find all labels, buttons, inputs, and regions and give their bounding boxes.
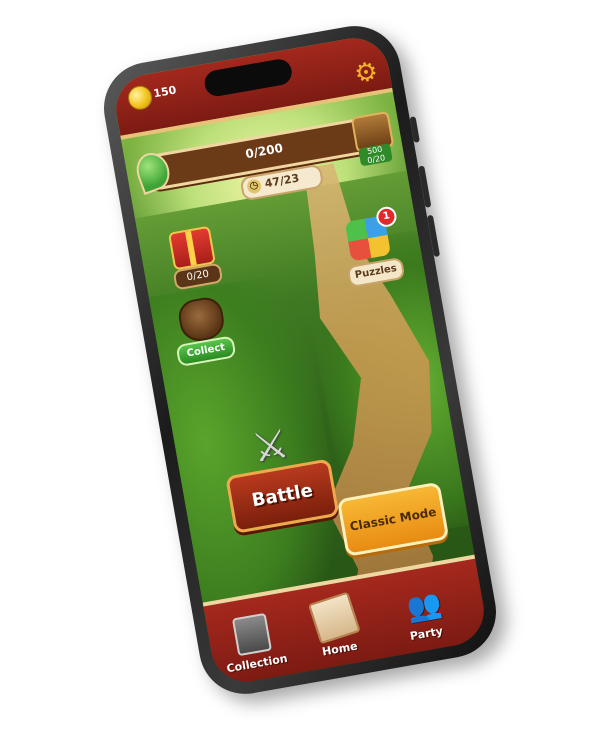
cards-icon xyxy=(231,612,272,657)
counter-value: 47/23 xyxy=(263,171,301,191)
nav-label-collection: Collection xyxy=(225,651,289,676)
camera-notch xyxy=(202,57,294,99)
nav-item-collection[interactable]: Collection xyxy=(214,610,292,676)
game-screen: 150 ⚙ 0/200 500 0/20 ◷ 47/23 0/20 Collec… xyxy=(110,32,490,688)
nav-item-party[interactable]: 👥 Party xyxy=(384,584,462,646)
clock-icon: ◷ xyxy=(246,178,263,195)
coin-icon xyxy=(126,83,154,112)
group-icon: 👥 xyxy=(403,586,445,625)
coin-count: 150 xyxy=(152,83,178,101)
phone-device: 150 ⚙ 0/200 500 0/20 ◷ 47/23 0/20 Collec… xyxy=(96,18,504,702)
map-icon xyxy=(307,591,361,645)
nav-item-home[interactable]: Home xyxy=(296,591,375,661)
gear-icon[interactable]: ⚙ xyxy=(351,56,381,90)
nav-label-party: Party xyxy=(409,624,444,643)
crossed-swords-icon: ⚔ xyxy=(248,420,293,473)
gift-ribbon xyxy=(185,230,197,266)
